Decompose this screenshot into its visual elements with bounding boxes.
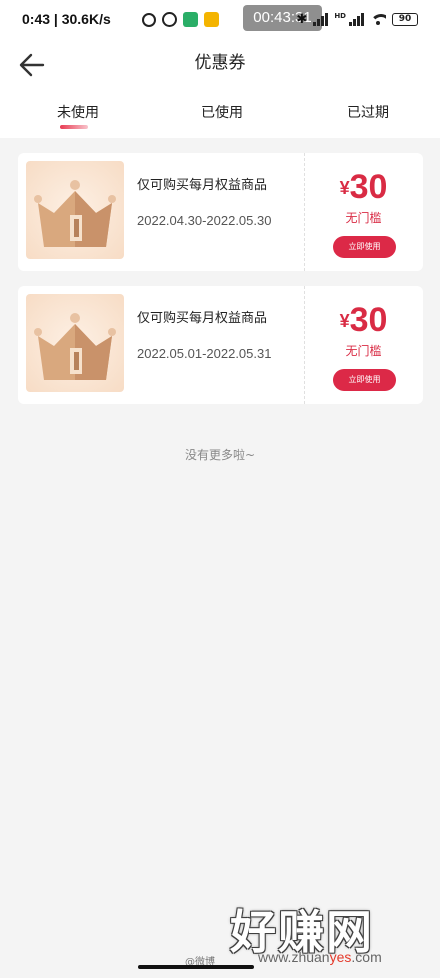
coupon-amount: 30 <box>349 168 388 206</box>
list-end-text: 没有更多啦~ <box>184 448 256 462</box>
tab-bar: 未使用 已使用 已过期 <box>0 90 440 138</box>
status-time-speed: 0:43 | 30.6K/s <box>22 11 111 27</box>
tab-expired[interactable]: 已过期 <box>347 102 389 122</box>
site-suffix: .com <box>351 949 382 965</box>
watermark-site: www.zhuanyes.com <box>258 949 382 965</box>
coupon-threshold: 无门槛 <box>345 344 382 358</box>
wifi-icon <box>370 13 386 26</box>
coupon-card[interactable]: 仅可购买每月权益商品 2022.04.30-2022.05.30 ¥30 无门槛… <box>18 153 423 271</box>
bluetooth-icon: ✱ <box>296 12 308 27</box>
coupon-description: 仅可购买每月权益商品 <box>137 311 268 326</box>
coupon-price: ¥30 <box>304 167 423 214</box>
currency-symbol: ¥ <box>339 311 350 331</box>
signal-icon-2 <box>349 13 364 26</box>
active-tab-indicator <box>60 125 88 129</box>
currency-symbol: ¥ <box>339 178 350 198</box>
coupon-date-range: 2022.05.01-2022.05.31 <box>137 346 272 361</box>
coupon-amount: 30 <box>349 301 388 339</box>
use-now-button[interactable]: 立即使用 <box>333 369 396 391</box>
alarm-icon <box>162 12 177 27</box>
coupon-price: ¥30 <box>304 300 423 347</box>
crown-icon <box>26 294 124 392</box>
use-now-button[interactable]: 立即使用 <box>333 236 396 258</box>
page-title: 优惠券 <box>194 53 246 73</box>
coupon-threshold: 无门槛 <box>345 211 382 225</box>
home-indicator[interactable] <box>138 965 254 969</box>
battery-icon: 90 <box>392 13 418 26</box>
app-icon <box>204 12 219 27</box>
tab-unused[interactable]: 未使用 <box>57 102 99 122</box>
status-bar: 0:43 | 30.6K/s 00:43:31 ✱ HD 90 <box>0 0 440 40</box>
network-tag: HD <box>334 12 346 20</box>
coupon-card[interactable]: 仅可购买每月权益商品 2022.05.01-2022.05.31 ¥30 无门槛… <box>18 286 423 404</box>
coupon-date-range: 2022.04.30-2022.05.30 <box>137 213 272 228</box>
crown-icon <box>26 161 124 259</box>
status-icons-left <box>142 12 219 27</box>
coupon-description: 仅可购买每月权益商品 <box>137 178 268 193</box>
site-prefix: www.zhuan <box>258 949 330 965</box>
wechat-icon <box>183 12 198 27</box>
mute-icon <box>142 12 156 27</box>
status-icons-right: ✱ HD 90 <box>296 12 418 27</box>
signal-icon <box>313 13 329 26</box>
header: 优惠券 <box>0 40 440 90</box>
tab-used[interactable]: 已使用 <box>201 102 243 122</box>
site-highlight: yes <box>329 949 352 965</box>
